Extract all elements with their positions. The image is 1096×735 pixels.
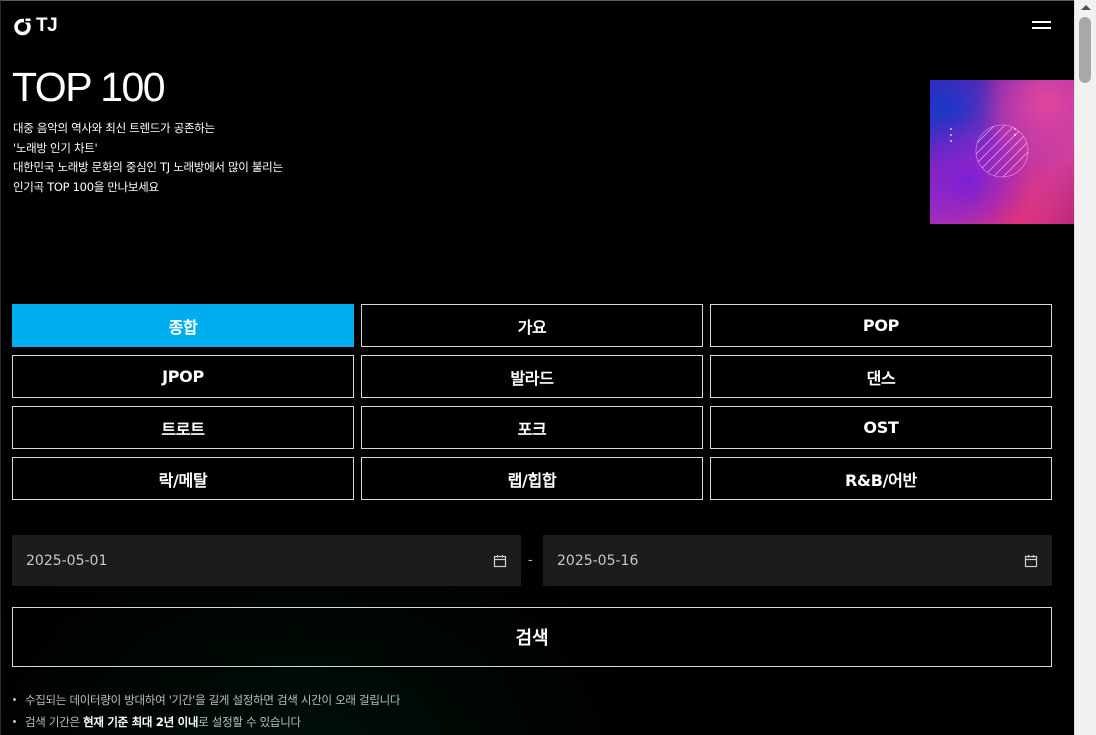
hamburger-icon-line xyxy=(1032,27,1051,29)
search-notes: 수집되는 데이터량이 방대하여 '기간'을 길게 설정하면 검색 시간이 오래 … xyxy=(13,689,400,733)
note-text-prefix: 검색 기간은 xyxy=(25,715,84,729)
genre-tab-rnb-urban[interactable]: R&B/어반 xyxy=(710,457,1052,500)
genre-tab-dance[interactable]: 댄스 xyxy=(710,355,1052,398)
logo-text: TJ xyxy=(36,15,58,36)
hero-artwork xyxy=(930,80,1074,224)
date-range-separator: - xyxy=(528,553,533,568)
search-button[interactable]: 검색 xyxy=(12,607,1052,667)
page-title: TOP 100 xyxy=(12,64,166,110)
genre-tab-rap-hiphop[interactable]: 랩/힙합 xyxy=(361,457,703,500)
genre-tab-jpop[interactable]: JPOP xyxy=(12,355,354,398)
genre-tab-ballad[interactable]: 발라드 xyxy=(361,355,703,398)
genre-tab-overall[interactable]: 종합 xyxy=(12,304,354,347)
note-item: 수집되는 데이터량이 방대하여 '기간'을 길게 설정하면 검색 시간이 오래 … xyxy=(13,689,400,711)
scroll-thumb[interactable] xyxy=(1079,17,1091,83)
start-date-input[interactable]: 2025-05-01 xyxy=(12,535,521,586)
end-date-value: 2025-05-16 xyxy=(557,552,639,569)
calendar-icon[interactable] xyxy=(1024,554,1038,568)
hero-description-line: 인기곡 TOP 100을 만나보세요 xyxy=(13,179,159,194)
note-item: 검색 기간은 현재 기준 최대 2년 이내로 설정할 수 있습니다 xyxy=(13,711,400,733)
note-text-emphasis: 현재 기준 최대 2년 이내 xyxy=(83,715,199,729)
hero-description-line: 대중 음악의 역사와 최신 트렌드가 공존하는 xyxy=(13,121,215,135)
hamburger-icon-line xyxy=(1032,21,1051,23)
calendar-icon[interactable] xyxy=(493,554,507,568)
hero-description-line: '노래방 인기 차트' xyxy=(13,140,98,155)
menu-button[interactable] xyxy=(1032,21,1052,35)
vertical-scrollbar[interactable] xyxy=(1074,0,1096,735)
genre-tab-kpop[interactable]: 가요 xyxy=(361,304,703,347)
tj-logo-mark-icon xyxy=(14,17,32,36)
note-text: 수집되는 데이터량이 방대하여 '기간'을 길게 설정하면 검색 시간이 오래 … xyxy=(25,693,401,707)
tj-logo[interactable]: TJ xyxy=(13,15,58,36)
hero-description: 대중 음악의 역사와 최신 트렌드가 공존하는 '노래방 인기 차트' 대한민국… xyxy=(13,119,283,197)
genre-tab-trot[interactable]: 트로트 xyxy=(12,406,354,449)
artwork-circle-pattern xyxy=(950,124,1029,178)
genre-tabs: 종합 가요 POP JPOP 발라드 댄스 트로트 포크 OST 락/메탈 랩/… xyxy=(12,304,1052,500)
scroll-up-arrow-icon[interactable] xyxy=(1081,5,1091,10)
genre-tab-folk[interactable]: 포크 xyxy=(361,406,703,449)
end-date-input[interactable]: 2025-05-16 xyxy=(543,535,1052,586)
hero-description-line: 대한민국 노래방 문화의 중심인 TJ 노래방에서 많이 불리는 xyxy=(13,160,283,174)
genre-tab-pop[interactable]: POP xyxy=(710,304,1052,347)
start-date-value: 2025-05-01 xyxy=(26,552,108,569)
page-viewport: TJ TOP 100 대중 음악의 역사와 최신 트렌드가 공존하는 '노래방 … xyxy=(0,0,1074,735)
genre-tab-rock-metal[interactable]: 락/메탈 xyxy=(12,457,354,500)
genre-tab-ost[interactable]: OST xyxy=(710,406,1052,449)
note-text-suffix: 로 설정할 수 있습니다 xyxy=(198,715,301,729)
